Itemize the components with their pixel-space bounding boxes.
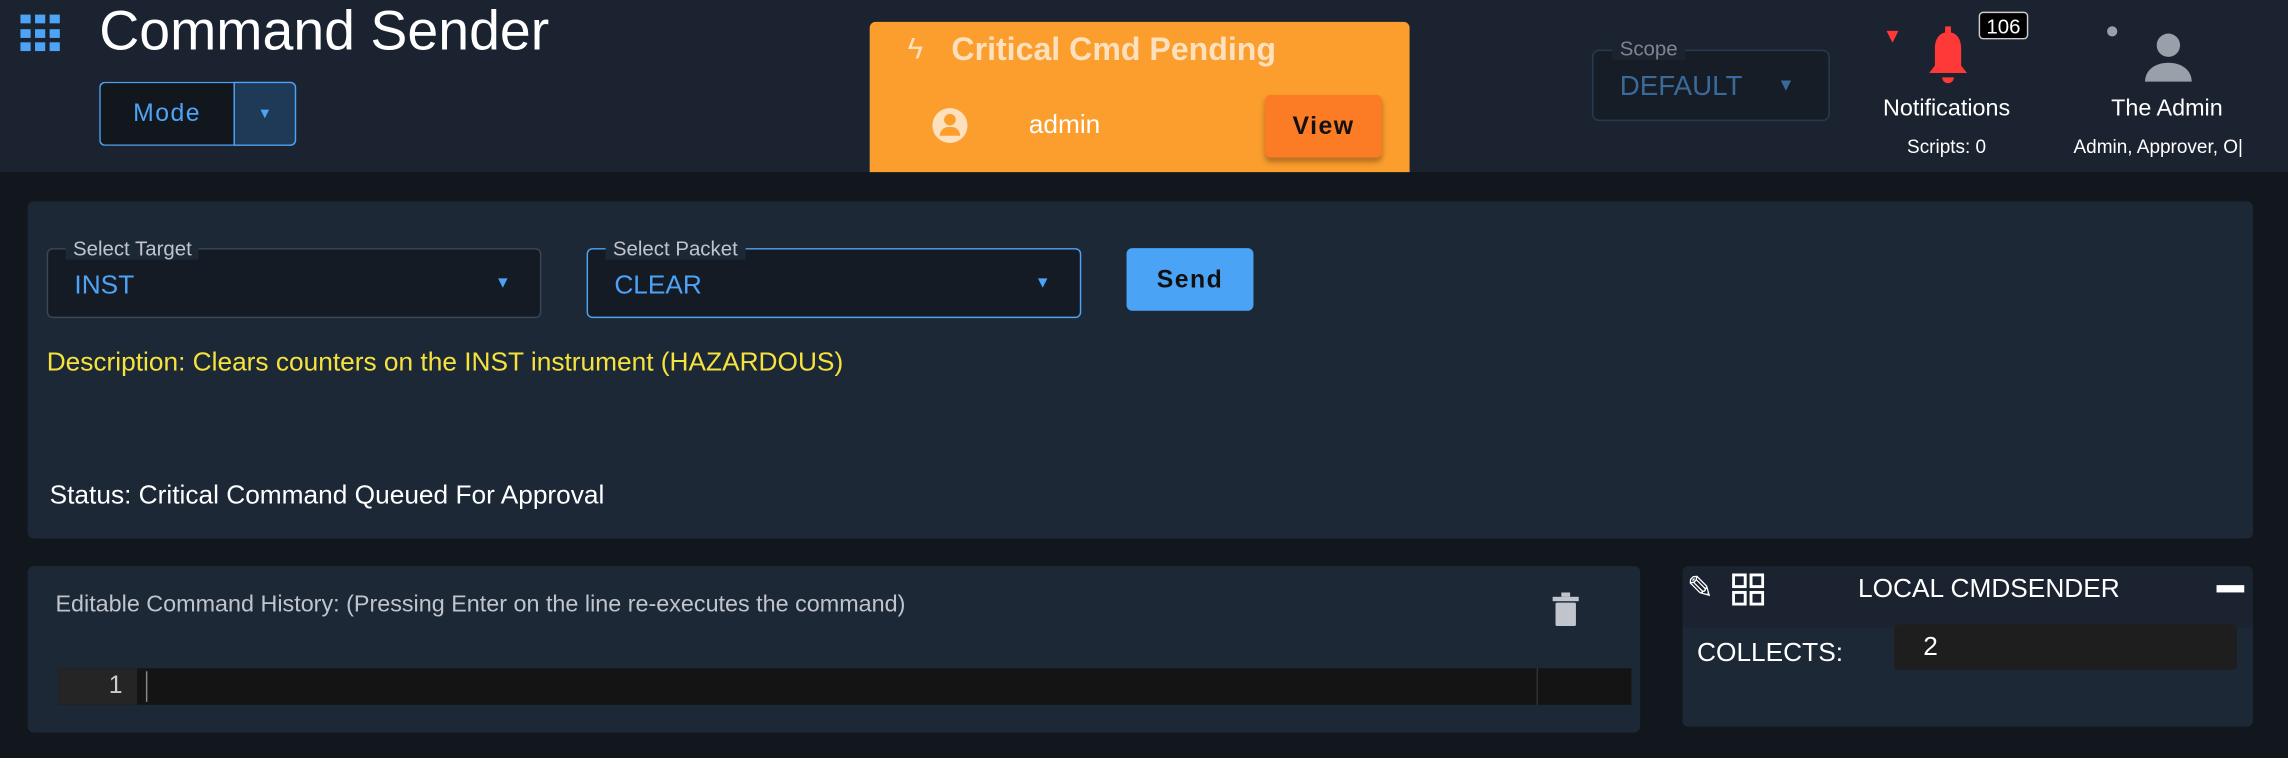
collects-value-box: 2 xyxy=(1894,624,2237,670)
scope-select[interactable]: Scope DEFAULT ▼ xyxy=(1591,36,1830,122)
critical-cmd-banner: ϟ Critical Cmd Pending admin View xyxy=(869,21,1410,173)
alert-triangle-icon: ▼ xyxy=(1882,23,1903,47)
status-text: Status: Critical Command Queued For Appr… xyxy=(49,480,605,510)
view-button[interactable]: View xyxy=(1265,94,1382,158)
send-button[interactable]: Send xyxy=(1126,248,1254,311)
caret-down-icon: ▼ xyxy=(1777,74,1795,95)
bell-icon[interactable] xyxy=(1926,26,1970,87)
pencil-icon[interactable]: ✎ xyxy=(1687,569,1714,607)
history-editor[interactable]: 1 xyxy=(58,668,1632,705)
mode-dropdown-button[interactable]: ▼ xyxy=(233,81,297,146)
banner-title: Critical Cmd Pending xyxy=(951,30,1277,68)
collects-label: COLLECTS: xyxy=(1697,637,1844,667)
collects-value: 2 xyxy=(1923,631,1938,662)
select-target-value: INST xyxy=(74,269,135,300)
scope-value: DEFAULT xyxy=(1619,71,1743,103)
command-history-panel xyxy=(27,566,1641,733)
select-target-label: Select Target xyxy=(65,236,200,260)
select-target[interactable]: Select Target INST ▼ xyxy=(46,236,542,319)
account-circle-icon xyxy=(932,107,968,144)
caret-down-icon: ▼ xyxy=(494,274,511,292)
trash-icon[interactable] xyxy=(1552,592,1579,627)
status-dot xyxy=(2107,26,2118,37)
banner-user: admin xyxy=(1028,109,1101,139)
app-grid-icon[interactable] xyxy=(20,14,61,53)
page-title: Command Sender xyxy=(99,1,550,63)
select-packet[interactable]: Select Packet CLEAR ▼ xyxy=(586,236,1082,319)
line-number: 1 xyxy=(108,671,123,699)
minimize-icon[interactable] xyxy=(2216,585,2245,593)
select-packet-value: CLEAR xyxy=(614,269,702,300)
grid-view-icon[interactable] xyxy=(1732,573,1765,606)
user-roles: Admin, Approver, O| xyxy=(2073,135,2243,158)
scripts-count: Scripts: 0 xyxy=(1907,135,1987,158)
person-icon[interactable] xyxy=(2142,32,2195,82)
text-cursor xyxy=(145,671,148,702)
scope-label: Scope xyxy=(1612,36,1685,60)
user-name[interactable]: The Admin xyxy=(2072,96,2262,122)
caret-down-icon: ▼ xyxy=(257,105,273,122)
caret-down-icon: ▼ xyxy=(1034,274,1051,292)
description-text: Description: Clears counters on the INST… xyxy=(46,347,844,377)
lightning-icon: ϟ xyxy=(907,33,924,66)
mode-button[interactable]: Mode xyxy=(99,81,234,146)
notification-count-badge: 106 xyxy=(1978,11,2029,40)
notifications-label[interactable]: Notifications xyxy=(1859,96,2034,122)
select-packet-label: Select Packet xyxy=(605,236,746,260)
local-cmdsender-title: LOCAL CMDSENDER xyxy=(1858,573,2120,603)
history-title: Editable Command History: (Pressing Ente… xyxy=(55,592,906,618)
